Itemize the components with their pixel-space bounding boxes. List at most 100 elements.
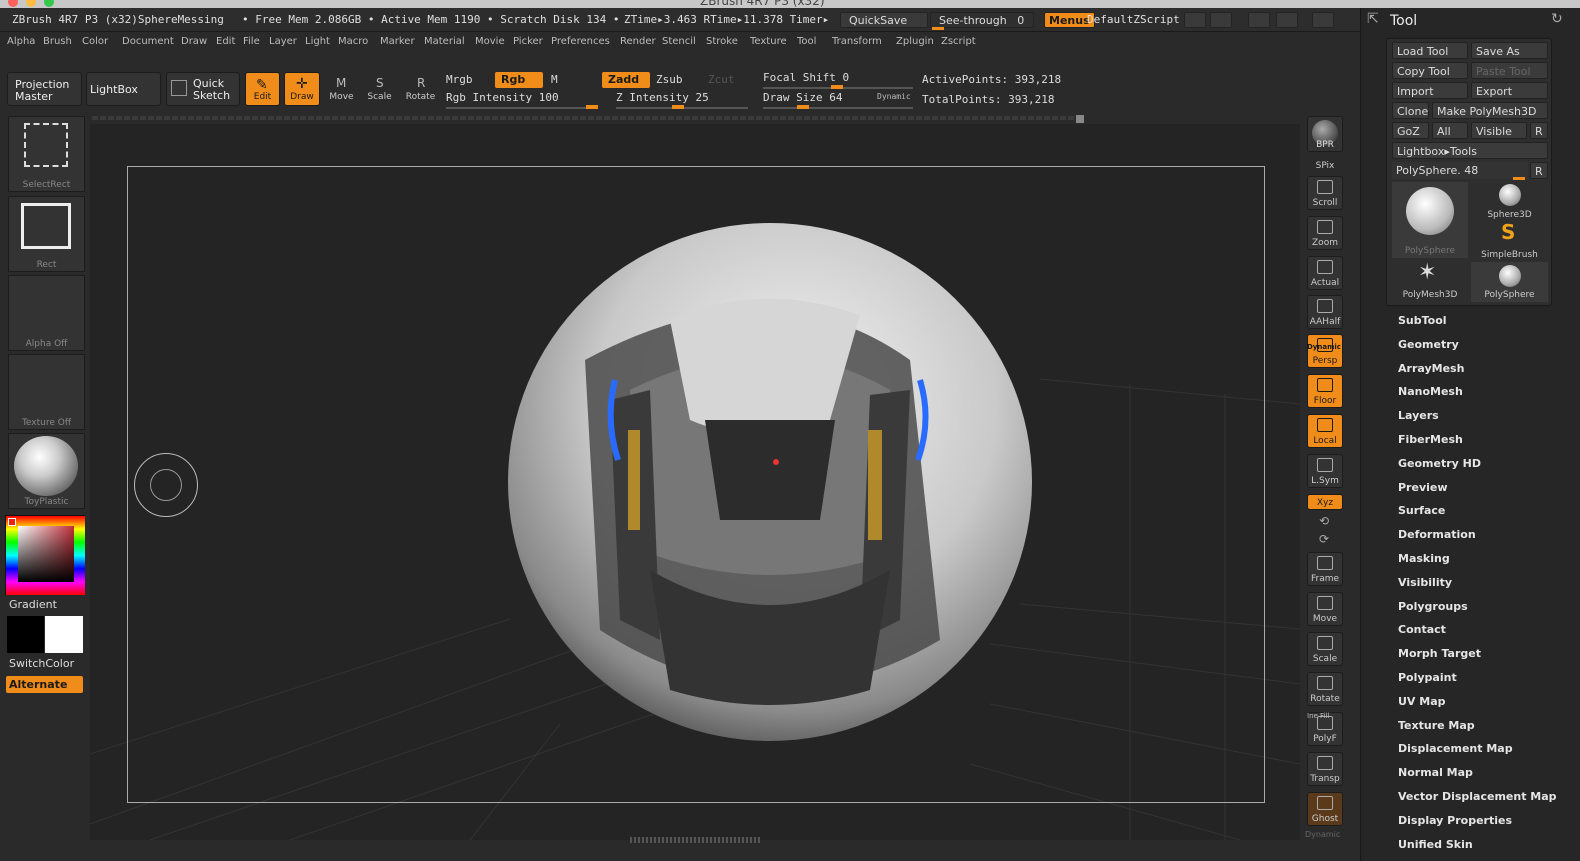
material-button[interactable]: ToyPlastic — [8, 433, 85, 509]
section-deformation[interactable]: Deformation — [1398, 528, 1476, 541]
section-polypaint[interactable]: Polypaint — [1398, 671, 1457, 684]
menu-material[interactable]: Material — [424, 36, 465, 47]
minimize-window-icon[interactable] — [26, 0, 36, 7]
section-masking[interactable]: Masking — [1398, 552, 1450, 565]
texture-button[interactable]: Texture Off — [8, 354, 85, 430]
paste-tool-button[interactable]: Paste Tool — [1471, 62, 1548, 79]
rgb-intensity-track[interactable] — [446, 107, 598, 109]
alpha-button[interactable]: Alpha Off — [8, 275, 85, 351]
tool-thumb-polysphere-2[interactable]: PolySphere — [1471, 262, 1548, 302]
make-polymesh-button[interactable]: Make PolyMesh3D — [1432, 102, 1548, 119]
tool-r-button[interactable]: R — [1530, 162, 1548, 179]
rgb-button[interactable]: Rgb — [495, 72, 543, 88]
layout-icon-2[interactable] — [1210, 12, 1232, 28]
switch-color-button[interactable]: SwitchColor — [9, 657, 74, 670]
shelf-spix-button[interactable]: SPix — [1307, 158, 1343, 172]
zcut-button[interactable]: Zcut — [708, 73, 735, 86]
viewport-resize-handle[interactable] — [1076, 115, 1084, 123]
lock-icon[interactable] — [1312, 12, 1334, 28]
document-viewport[interactable] — [90, 115, 1300, 843]
shelf-actual-button[interactable]: Actual — [1307, 256, 1343, 290]
section-normal-map[interactable]: Normal Map — [1398, 766, 1473, 779]
section-preview[interactable]: Preview — [1398, 481, 1448, 494]
menu-render[interactable]: Render — [620, 36, 656, 47]
shelf-persp-button[interactable]: Persp — [1307, 334, 1343, 368]
section-morph-target[interactable]: Morph Target — [1398, 647, 1481, 660]
menu-zplugin[interactable]: Zplugin — [896, 36, 934, 47]
draw-size-label[interactable]: Draw Size 64 — [763, 91, 842, 104]
see-through-slider-knob[interactable] — [932, 27, 944, 30]
color-square[interactable] — [18, 526, 74, 582]
tool-palette-pin-icon[interactable]: ⇱ — [1367, 11, 1379, 27]
goz-all-button[interactable]: All — [1432, 122, 1468, 139]
shelf-local-button[interactable]: Local — [1307, 414, 1343, 448]
rgb-intensity-label[interactable]: Rgb Intensity 100 — [446, 91, 559, 104]
tool-thumb-polymesh3d[interactable]: ✶ PolyMesh3D — [1392, 260, 1468, 302]
see-through-slider[interactable]: See-through 0 — [930, 12, 1034, 28]
select-rect-button[interactable]: SelectRect — [8, 116, 85, 192]
lightbox-button[interactable]: LightBox — [86, 72, 161, 106]
load-tool-button[interactable]: Load Tool — [1392, 42, 1468, 59]
z-intensity-label[interactable]: Z Intensity 25 — [616, 91, 709, 104]
menu-draw[interactable]: Draw — [181, 36, 207, 47]
menu-texture[interactable]: Texture — [750, 36, 787, 47]
shelf-move-button[interactable]: Move — [1307, 592, 1343, 626]
menu-file[interactable]: File — [243, 36, 260, 47]
shelf-transp-button[interactable]: Transp — [1307, 752, 1343, 786]
menu-stroke[interactable]: Stroke — [706, 36, 738, 47]
color-picker[interactable] — [5, 515, 85, 595]
tool-thumb-simplebrush[interactable]: S SimpleBrush — [1471, 220, 1548, 260]
section-uv-map[interactable]: UV Map — [1398, 695, 1446, 708]
mrgb-button[interactable]: Mrgb — [446, 73, 473, 86]
shelf-scale-button[interactable]: Scale — [1307, 632, 1343, 666]
zsub-button[interactable]: Zsub — [656, 73, 683, 86]
menu-edit[interactable]: Edit — [216, 36, 235, 47]
shelf-lsym-button[interactable]: L.Sym — [1307, 454, 1343, 488]
move-mode-button[interactable]: M Move — [324, 72, 359, 106]
current-tool-slider[interactable]: PolySphere. 48 — [1392, 162, 1528, 179]
goz-visible-button[interactable]: Visible — [1471, 122, 1527, 139]
ui-color-icon[interactable] — [1248, 12, 1270, 28]
menu-movie[interactable]: Movie — [475, 36, 505, 47]
shelf-scroll-button[interactable]: Scroll — [1307, 176, 1343, 210]
draw-size-track[interactable] — [763, 107, 913, 109]
scale-mode-button[interactable]: S Scale — [362, 72, 397, 106]
menu-color[interactable]: Color — [82, 36, 108, 47]
rotate-mode-button[interactable]: R Rotate — [402, 72, 439, 106]
m-button[interactable]: M — [551, 73, 558, 86]
zadd-button[interactable]: Zadd — [602, 72, 650, 88]
section-layers[interactable]: Layers — [1398, 409, 1439, 422]
import-button[interactable]: Import — [1392, 82, 1468, 99]
menu-light[interactable]: Light — [305, 36, 330, 47]
stroke-rect-button[interactable]: Rect — [8, 196, 85, 272]
focal-shift-label[interactable]: Focal Shift 0 — [763, 71, 849, 84]
menu-picker[interactable]: Picker — [513, 36, 543, 47]
rotate-y-icon[interactable]: ⟲ — [1319, 514, 1329, 528]
gradient-label[interactable]: Gradient — [9, 598, 57, 611]
draw-mode-button[interactable]: ✛ Draw — [284, 72, 320, 106]
save-as-button[interactable]: Save As — [1471, 42, 1548, 59]
default-zscript[interactable]: DefaultZScript — [1087, 13, 1180, 26]
copy-tool-button[interactable]: Copy Tool — [1392, 62, 1468, 79]
dynamic-button[interactable]: Dynamic — [877, 92, 911, 101]
section-unified-skin[interactable]: Unified Skin — [1398, 838, 1473, 851]
clone-button[interactable]: Clone — [1392, 102, 1429, 119]
section-geometry[interactable]: Geometry — [1398, 338, 1459, 351]
goz-button[interactable]: GoZ — [1392, 122, 1429, 139]
ui-layout-icon[interactable] — [1276, 12, 1298, 28]
section-polygroups[interactable]: Polygroups — [1398, 600, 1468, 613]
draw-size-knob[interactable] — [797, 105, 809, 109]
rotate-z-icon[interactable]: ⟳ — [1319, 532, 1329, 546]
menu-tool[interactable]: Tool — [797, 36, 816, 47]
section-surface[interactable]: Surface — [1398, 504, 1445, 517]
shelf-bpr-button[interactable]: BPR — [1307, 116, 1343, 152]
lightbox-tools-button[interactable]: Lightbox▸Tools — [1392, 142, 1548, 159]
section-subtool[interactable]: SubTool — [1398, 314, 1447, 327]
focal-shift-knob[interactable] — [831, 85, 843, 89]
zoom-window-icon[interactable] — [44, 0, 54, 7]
z-intensity-knob[interactable] — [672, 105, 684, 109]
secondary-color-swatch[interactable] — [7, 616, 44, 653]
section-geometry-hd[interactable]: Geometry HD — [1398, 457, 1481, 470]
section-visibility[interactable]: Visibility — [1398, 576, 1452, 589]
shelf-frame-button[interactable]: Frame — [1307, 552, 1343, 586]
